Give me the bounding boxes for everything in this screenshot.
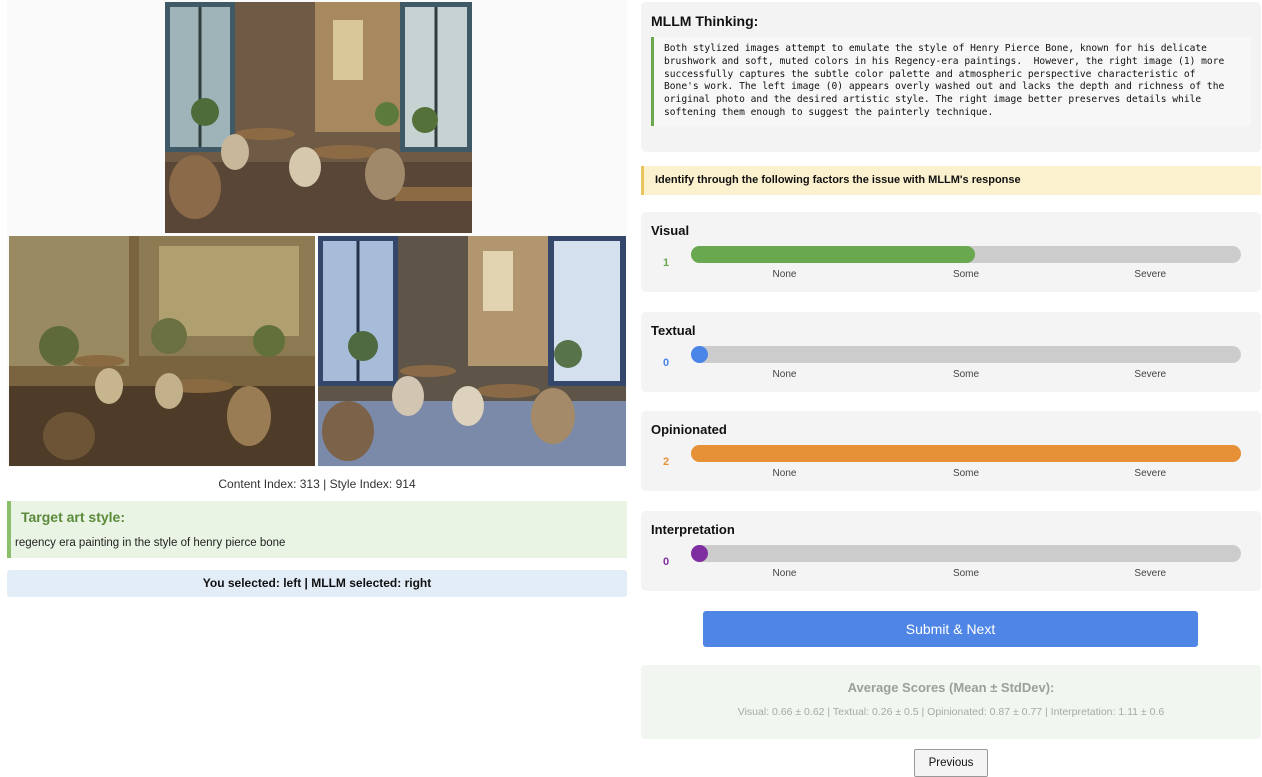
image-comparison-panel: Content Index: 313 | Style Index: 914 Ta… — [0, 0, 634, 777]
factor-title: Interpretation — [651, 522, 735, 537]
factor-value: 2 — [663, 456, 670, 468]
scale-label-none: None — [772, 568, 797, 579]
slider-scale-labels: None Some Severe — [691, 468, 1241, 480]
mllm-thinking-title: MLLM Thinking: — [651, 13, 759, 29]
factor-value: 0 — [663, 357, 670, 369]
scale-label-severe: Severe — [1134, 269, 1167, 280]
scale-label-some: Some — [952, 369, 980, 380]
mllm-thinking-panel: MLLM Thinking: Both stylized images atte… — [641, 2, 1261, 152]
target-style-text: regency era painting in the style of hen… — [15, 537, 286, 549]
scale-label-none: None — [772, 269, 797, 280]
slider-scale-labels: None Some Severe — [691, 568, 1241, 580]
scale-label-some: Some — [952, 468, 980, 479]
factor-value: 0 — [663, 556, 670, 568]
slider-scale-labels: None Some Severe — [691, 369, 1241, 381]
slider-fill — [691, 445, 1241, 462]
factor-opinionated: Opinionated 2 None Some Severe — [641, 411, 1261, 491]
submit-next-button[interactable]: Submit & Next — [703, 611, 1198, 647]
image-index-caption: Content Index: 313 | Style Index: 914 — [218, 477, 416, 491]
previous-button[interactable]: Previous — [914, 749, 988, 777]
image-grid — [7, 0, 627, 467]
scale-label-none: None — [772, 468, 797, 479]
slider-thumb[interactable] — [691, 545, 708, 562]
average-scores-panel: Average Scores (Mean ± StdDev): Visual: … — [641, 665, 1261, 739]
severity-slider[interactable] — [691, 346, 1241, 363]
slider-thumb[interactable] — [691, 346, 708, 363]
target-style-title: Target art style: — [21, 509, 125, 525]
scale-label-severe: Severe — [1134, 369, 1167, 380]
content-image — [165, 2, 472, 233]
average-scores-text: Visual: 0.66 ± 0.62 | Textual: 0.26 ± 0.… — [737, 706, 1165, 718]
stylized-image-left — [9, 236, 315, 466]
factor-visual: Visual 1 None Some Severe — [641, 212, 1261, 292]
factor-title: Visual — [651, 223, 690, 238]
factor-interpretation: Interpretation 0 None Some Severe — [641, 511, 1261, 591]
scale-label-none: None — [772, 369, 797, 380]
scale-label-some: Some — [952, 568, 980, 579]
factor-title: Opinionated — [651, 422, 727, 437]
average-scores-title: Average Scores (Mean ± StdDev): — [847, 680, 1055, 695]
slider-fill — [691, 246, 975, 263]
scale-label-severe: Severe — [1134, 568, 1167, 579]
factor-title: Textual — [651, 323, 696, 338]
factor-value: 1 — [663, 257, 670, 269]
stylized-image-right — [318, 236, 626, 466]
severity-slider[interactable] — [691, 545, 1241, 562]
selection-summary: You selected: left | MLLM selected: righ… — [7, 570, 627, 597]
mllm-thinking-text: Both stylized images attempt to emulate … — [651, 37, 1251, 126]
instruction-banner: Identify through the following factors t… — [641, 166, 1261, 195]
scale-label-some: Some — [952, 269, 980, 280]
target-style-panel: Target art style: regency era painting i… — [7, 501, 627, 558]
factor-textual: Textual 0 None Some Severe — [641, 312, 1261, 392]
severity-slider[interactable] — [691, 445, 1241, 462]
slider-scale-labels: None Some Severe — [691, 269, 1241, 281]
severity-slider[interactable] — [691, 246, 1241, 263]
scale-label-severe: Severe — [1134, 468, 1167, 479]
